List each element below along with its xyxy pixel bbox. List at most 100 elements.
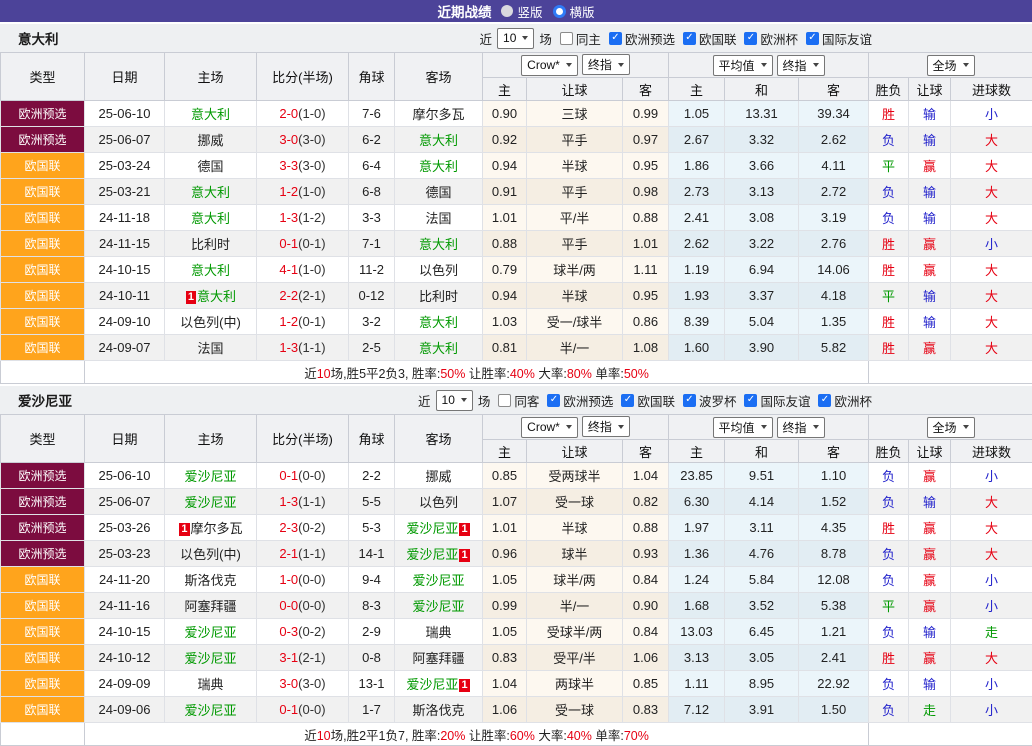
result-handicap: 赢 — [923, 469, 936, 484]
asia-stage-select-value: 终指 — [588, 56, 612, 73]
res-cell: 大 — [951, 179, 1032, 205]
bookmaker-select-value: Crow* — [527, 420, 560, 434]
euro-source-select[interactable]: 平均值 — [713, 55, 773, 76]
corner-cell: 8-3 — [349, 593, 395, 619]
date-cell: 24-11-15 — [85, 231, 165, 257]
euro-stage-select[interactable]: 终指 — [777, 417, 825, 438]
scope-select[interactable]: 全场 — [927, 55, 975, 76]
euro-source-select[interactable]: 平均值 — [713, 417, 773, 438]
competition-checkbox[interactable]: ✓ — [744, 32, 757, 45]
recent-count-select-value: 10 — [503, 31, 516, 45]
scope-select[interactable]: 全场 — [927, 417, 975, 438]
same-venue-checkbox[interactable] — [498, 394, 511, 407]
res-cell: 负 — [869, 567, 909, 593]
res-cell: 赢 — [909, 541, 951, 567]
euro-draw-odds: 5.04 — [725, 309, 799, 335]
competition-checkbox[interactable]: ✓ — [683, 32, 696, 45]
odds-select-cell: Crow* 终指 — [483, 415, 669, 440]
competition-checkbox[interactable]: ✓ — [744, 394, 757, 407]
asia-stage-select[interactable]: 终指 — [582, 416, 630, 437]
away-team-cell: 爱沙尼亚1 — [395, 671, 483, 697]
date-cell: 25-03-26 — [85, 515, 165, 541]
date-cell: 25-03-21 — [85, 179, 165, 205]
euro-stage-select[interactable]: 终指 — [777, 55, 825, 76]
column-header: 主场 — [165, 415, 257, 463]
score-cell: 0-1(0-0) — [257, 463, 349, 489]
euro-draw-odds: 3.08 — [725, 205, 799, 231]
competition-checkbox[interactable]: ✓ — [609, 32, 622, 45]
fulltime-score: 1-3 — [279, 210, 298, 225]
asia-handicap: 半球 — [527, 515, 623, 541]
section-header: 爱沙尼亚近10场同客✓欧洲预选✓欧国联✓波罗杯✓国际友谊✓欧洲杯 — [0, 386, 1032, 414]
result-goals: 小 — [985, 573, 998, 588]
bookmaker-select[interactable]: Crow* — [521, 55, 578, 76]
away-team-cell: 爱沙尼亚 — [395, 593, 483, 619]
competition-checkbox[interactable]: ✓ — [818, 394, 831, 407]
euro-home-odds: 7.12 — [669, 697, 725, 723]
euro-home-odds: 1.86 — [669, 153, 725, 179]
home-team-cell: 爱沙尼亚 — [165, 489, 257, 515]
summary-row: 近10场,胜5平2负3, 胜率:50% 让胜率:40% 大率:80% 单率:50… — [1, 361, 1032, 384]
result-handicap: 走 — [923, 703, 936, 718]
euro-draw-odds: 8.95 — [725, 671, 799, 697]
score-cell: 0-3(0-2) — [257, 619, 349, 645]
euro-draw-odds: 3.32 — [725, 127, 799, 153]
home-team-cell: 比利时 — [165, 231, 257, 257]
res-cell: 输 — [909, 127, 951, 153]
score-cell: 2-3(0-2) — [257, 515, 349, 541]
euro-draw-odds: 3.37 — [725, 283, 799, 309]
asia-home-odds: 0.91 — [483, 179, 527, 205]
recent-count-select[interactable]: 10 — [497, 28, 534, 49]
res-cell: 小 — [951, 463, 1032, 489]
radio-checked-icon[interactable] — [553, 5, 566, 18]
team-name-text: 比利时 — [191, 237, 230, 252]
asia-away-odds: 0.93 — [623, 541, 669, 567]
horizontal-layout-radio[interactable]: 横版 — [553, 2, 595, 21]
res-cell: 负 — [869, 179, 909, 205]
away-team-cell: 意大利 — [395, 335, 483, 361]
competition-checkbox[interactable]: ✓ — [806, 32, 819, 45]
corner-cell: 14-1 — [349, 541, 395, 567]
competition-cell: 欧国联 — [1, 567, 85, 593]
asia-away-odds: 1.01 — [623, 231, 669, 257]
score-cell: 0-1(0-1) — [257, 231, 349, 257]
res-cell: 负 — [869, 489, 909, 515]
competition-checkbox[interactable]: ✓ — [683, 394, 696, 407]
asia-stage-select[interactable]: 终指 — [582, 54, 630, 75]
competition-label: 欧洲预选 — [563, 391, 613, 410]
date-cell: 24-11-20 — [85, 567, 165, 593]
res-cell: 大 — [951, 309, 1032, 335]
fulltime-score: 1-3 — [279, 340, 298, 355]
team-name-text: 意大利 — [191, 211, 230, 226]
halftime-score: (1-1) — [298, 494, 325, 509]
table-row: 欧洲预选25-06-07挪威3-0(3-0)6-2意大利0.92平手0.972.… — [1, 127, 1032, 153]
competition-checkbox[interactable]: ✓ — [621, 394, 634, 407]
asia-handicap: 受一/球半 — [527, 309, 623, 335]
corner-cell: 6-8 — [349, 179, 395, 205]
away-team-cell: 挪威 — [395, 463, 483, 489]
team-name-text: 阿塞拜疆 — [412, 651, 464, 666]
games-label: 场 — [539, 29, 552, 48]
res-cell: 大 — [951, 515, 1032, 541]
column-subheader: 胜负 — [869, 440, 909, 463]
euro-home-odds: 1.97 — [669, 515, 725, 541]
same-venue-checkbox[interactable] — [560, 32, 573, 45]
asia-away-odds: 0.88 — [623, 205, 669, 231]
vertical-layout-radio[interactable]: 竖版 — [501, 2, 542, 21]
euro-away-odds: 2.72 — [799, 179, 869, 205]
euro-away-odds: 1.52 — [799, 489, 869, 515]
competition-checkbox[interactable]: ✓ — [547, 394, 560, 407]
table-row: 欧国联24-10-111意大利2-2(2-1)0-12比利时0.94半球0.95… — [1, 283, 1032, 309]
euro-away-odds: 2.62 — [799, 127, 869, 153]
team-name-text: 以色列 — [419, 263, 458, 278]
recent-count-select[interactable]: 10 — [436, 390, 473, 411]
table-row: 欧国联24-09-06爱沙尼亚0-1(0-0)1-7斯洛伐克1.06受一球0.8… — [1, 697, 1032, 723]
summary-segment: 40% — [510, 367, 535, 381]
away-team-cell: 意大利 — [395, 231, 483, 257]
radio-unchecked-icon[interactable] — [501, 5, 513, 17]
euro-draw-odds: 3.66 — [725, 153, 799, 179]
bookmaker-select[interactable]: Crow* — [521, 417, 578, 438]
competition-cell: 欧国联 — [1, 697, 85, 723]
team-section: 爱沙尼亚近10场同客✓欧洲预选✓欧国联✓波罗杯✓国际友谊✓欧洲杯类型日期主场比分… — [0, 386, 1032, 746]
column-subheader: 主 — [669, 440, 725, 463]
